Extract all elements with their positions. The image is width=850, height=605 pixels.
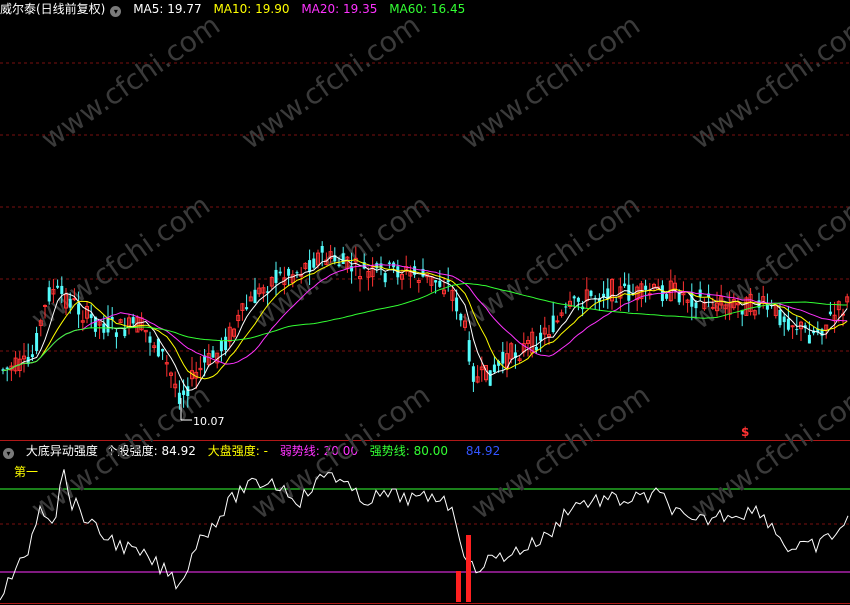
- candle-body-down: [308, 260, 312, 273]
- candle-body-down: [148, 336, 152, 343]
- watermark-text: www.cfchi.com: [465, 378, 656, 525]
- candle-body-down: [320, 246, 324, 253]
- candle-body-down: [786, 318, 790, 330]
- candle-body-down: [488, 370, 492, 386]
- candle-body-down: [312, 258, 316, 268]
- candle-body-down: [627, 284, 631, 301]
- candle-body-down: [623, 283, 627, 287]
- watermark-text: www.cfchi.com: [685, 8, 850, 155]
- candle-body-down: [694, 302, 698, 309]
- candle-body-down: [177, 392, 181, 404]
- watermark-text: www.cfchi.com: [455, 188, 646, 335]
- candle-body-down: [182, 390, 186, 395]
- watermark-text: www.cfchi.com: [455, 8, 646, 155]
- candle-body-down: [47, 287, 51, 302]
- candle-body-down: [665, 294, 669, 299]
- candle-body-down: [156, 338, 160, 357]
- candle-body-down: [245, 307, 249, 310]
- candle-body-up: [710, 306, 715, 309]
- candle-body-up: [555, 320, 560, 323]
- candle-body-down: [35, 332, 39, 351]
- candle-body-up: [790, 325, 795, 328]
- candle-body-down: [30, 354, 34, 358]
- candle-body-down: [375, 263, 379, 269]
- candle-body-down: [459, 313, 463, 321]
- candle-body-down: [589, 290, 593, 296]
- candle-body-down: [224, 336, 228, 351]
- signal-bar: [466, 535, 471, 602]
- candle-body-down: [572, 296, 576, 299]
- candle-body-down: [123, 329, 127, 337]
- candle-body-down: [274, 269, 278, 283]
- candle-body-down: [576, 297, 580, 302]
- candle-body-down: [471, 366, 475, 382]
- candle-body-down: [161, 348, 165, 352]
- candle-body-down: [539, 332, 543, 341]
- watermark-text: www.cfchi.com: [235, 8, 426, 155]
- chart-canvas[interactable]: www.cfchi.com www.cfchi.com www.cfchi.com w…: [0, 0, 850, 605]
- candle-body-down: [551, 315, 555, 332]
- candle-body-down: [89, 314, 93, 319]
- candle-body-down: [131, 317, 135, 324]
- watermark-text: www.cfchi.com: [685, 378, 850, 525]
- candle-body-down: [114, 332, 118, 337]
- candle-body-down: [60, 285, 64, 294]
- candle-body-down: [501, 351, 505, 364]
- candle-body-up: [43, 304, 47, 307]
- grid-lines: [0, 62, 850, 604]
- candle-body-down: [467, 340, 471, 362]
- candle-body-down: [68, 298, 72, 308]
- signal-bar: [456, 571, 461, 602]
- candle-body-down: [492, 364, 496, 373]
- candle-body-down: [211, 350, 215, 358]
- candle-body-down: [341, 253, 345, 264]
- candle-body-down: [438, 280, 442, 287]
- candle-body-down: [828, 311, 832, 315]
- candle-body-down: [455, 297, 459, 312]
- candle-body-down: [807, 334, 811, 344]
- candle-body-down: [287, 268, 291, 276]
- candle-body-down: [387, 262, 391, 264]
- candle-body-down: [434, 280, 438, 283]
- candle-body-down: [5, 367, 9, 369]
- candle-body-down: [295, 272, 299, 274]
- watermarks: www.cfchi.com www.cfchi.com www.cfchi.com w…: [25, 8, 850, 525]
- candle-body-down: [77, 303, 81, 315]
- candle-body-down: [383, 273, 387, 283]
- candle-body-down: [644, 285, 648, 290]
- candle-body-down: [253, 289, 257, 304]
- candle-body-down: [795, 329, 799, 331]
- candle-body-down: [186, 386, 190, 397]
- candle-body-down: [56, 285, 60, 288]
- candle-body-down: [778, 309, 782, 326]
- candle-body-down: [337, 264, 341, 267]
- candle-body-up: [72, 298, 77, 301]
- candle-body-down: [614, 301, 618, 303]
- candle-body-down: [106, 317, 110, 333]
- candle-body-down: [219, 340, 223, 352]
- candle-body-down: [564, 306, 568, 308]
- candle-body-down: [782, 316, 786, 323]
- candle-body-down: [278, 271, 282, 274]
- watermark-text: www.cfchi.com: [35, 8, 226, 155]
